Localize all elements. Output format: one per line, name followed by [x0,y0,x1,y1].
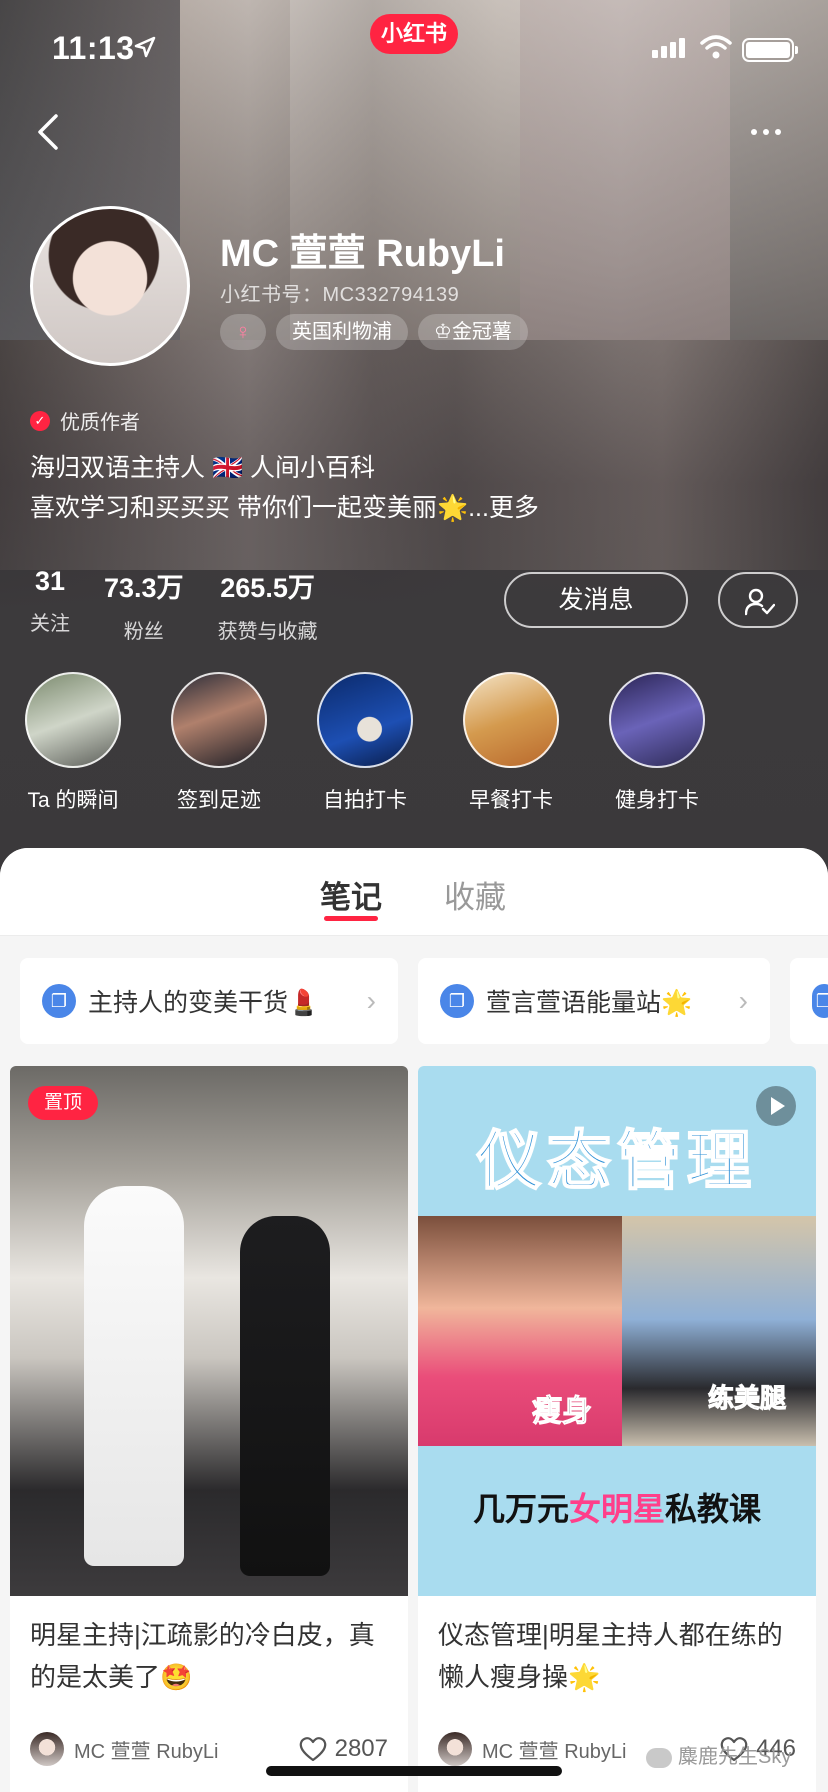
story-highlights: Ta 的瞬间 签到足迹 自拍打卡 早餐打卡 健身打卡 [0,672,828,814]
cover-title: 仪态管理 [476,1124,757,1198]
cover-caption: 瘦身 [532,1395,593,1429]
follow-status-button[interactable] [718,572,798,628]
profile-bio[interactable]: 海归双语主持人 🇬🇧 人间小百科 喜欢学习和买买买 带你们一起变美丽🌟...更多 [30,448,539,528]
collection-icon: ❐ [42,984,76,1018]
cover-figure [240,1216,330,1576]
highlight-label: 自拍打卡 [323,789,407,812]
profile-header: 11:13 小红书 MC 萱萱 RubyLi 小红书号：MC332794139 … [0,0,828,880]
status-bar: 11:13 小红书 [0,0,828,96]
check-icon: ✓ [30,410,50,431]
user-check-icon [745,588,775,616]
note-card[interactable]: 置顶 明星主持|江疏影的冷白皮，真的是太美了🤩 MC 萱萱 RubyLi 280… [10,1066,408,1792]
location-tag[interactable]: 英国利物浦 [276,314,408,350]
wifi-icon [700,35,732,59]
highlight-thumbnail [317,672,413,768]
chevron-right-icon: › [366,985,376,1016]
author-avatar [30,1732,64,1766]
female-gender-icon: ♀ [220,314,266,350]
cover-caption-part: 私教课 [665,1491,762,1527]
pinned-badge: 置顶 [28,1086,98,1120]
cellular-signal-icon [652,38,688,58]
highlight-label: 健身打卡 [615,789,699,812]
more-options-icon[interactable] [748,116,798,146]
highlight-thumbnail [463,672,559,768]
highlight-breakfast[interactable]: 早餐打卡 [438,672,584,814]
content-sheet: 笔记 收藏 ❐ 主持人的变美干货💄 › ❐ 萱言萱语能量站🌟 › ❐ 置顶 明星… [0,848,828,1792]
send-message-button[interactable]: 发消息 [504,572,688,628]
collection-card[interactable]: ❐ 萱言萱语能量站🌟 › [418,958,770,1044]
battery-icon [742,38,798,62]
cover-caption-part: 几万元 [472,1491,569,1527]
collection-icon: ❐ [440,984,474,1018]
collection-strip: ❐ 主持人的变美干货💄 › ❐ 萱言萱语能量站🌟 › ❐ [0,958,828,1046]
highlight-thumbnail [25,672,121,768]
highlight-label: 早餐打卡 [469,789,553,812]
bio-line: 喜欢学习和买买买 带你们一起变美丽🌟...更多 [30,494,539,522]
profile-tags: ♀ 英国利物浦 ♔金冠薯 [220,314,528,350]
highlight-moments[interactable]: Ta 的瞬间 [0,672,146,814]
back-icon[interactable] [30,110,70,154]
note-author: MC 萱萱 RubyLi [74,1740,219,1763]
highlight-label: Ta 的瞬间 [27,789,119,812]
stat-label: 粉丝 [123,621,164,643]
like-button[interactable]: 2807 [299,1735,388,1763]
collection-card[interactable]: ❐ [790,958,828,1044]
profile-nickname: MC 萱萱 RubyLi [220,233,505,275]
watermark-text: 麋鹿先生Sky [678,1746,792,1768]
app-logo-badge: 小红书 [370,14,458,54]
heart-icon [299,1737,326,1762]
note-author: MC 萱萱 RubyLi [482,1740,627,1763]
highlight-checkin-footprints[interactable]: 签到足迹 [146,672,292,814]
note-card[interactable]: 仪态管理 瘦身 练美腿 几万元女明星私教课 仪态管理|明星主持人都在练的懒人瘦身… [418,1066,816,1792]
cover-caption: 练美腿 [707,1383,787,1414]
bio-line: 海归双语主持人 🇬🇧 人间小百科 [30,454,376,482]
home-indicator[interactable] [266,1766,562,1776]
highlight-thumbnail [171,672,267,768]
stat-value: 265.5万 [220,573,315,603]
highlight-thumbnail [609,672,705,768]
stat-likes-and-collections[interactable]: 265.5万 获赞与收藏 [218,566,318,644]
note-title: 明星主持|江疏影的冷白皮，真的是太美了🤩 [30,1620,375,1692]
collection-icon: ❐ [812,984,828,1018]
note-title: 仪态管理|明星主持人都在练的懒人瘦身操🌟 [438,1620,783,1692]
chevron-right-icon: › [738,985,748,1016]
location-arrow-icon [134,36,156,58]
collection-card[interactable]: ❐ 主持人的变美干货💄 › [20,958,398,1044]
tab-notes[interactable]: 笔记 [320,872,382,917]
wechat-icon [646,1747,672,1768]
highlight-selfie[interactable]: 自拍打卡 [292,672,438,814]
stat-followers[interactable]: 73.3万 粉丝 [104,566,184,644]
cover-caption-part: 女明星 [568,1491,665,1527]
active-tab-indicator [324,916,378,921]
note-cover-image: 仪态管理 瘦身 练美腿 几万元女明星私教课 [418,1066,816,1596]
video-play-icon [756,1086,796,1126]
note-cover-image: 置顶 [10,1066,408,1596]
author-avatar [438,1732,472,1766]
collection-title: 主持人的变美干货💄 [88,989,320,1017]
highlight-label: 签到足迹 [177,789,261,812]
quality-author-badge[interactable]: ✓ 优质作者 [30,406,140,435]
collection-title: 萱言萱语能量站🌟 [486,989,693,1017]
cover-figure [84,1186,184,1566]
profile-id: 小红书号：MC332794139 [220,284,460,306]
stat-value: 31 [34,566,66,596]
profile-tabs: 笔记 收藏 [0,848,828,936]
note-meta: MC 萱萱 RubyLi 2807 [10,1714,408,1766]
level-tag[interactable]: ♔金冠薯 [418,314,528,350]
quality-author-label: 优质作者 [60,412,140,434]
profile-stats: 31 关注 73.3万 粉丝 265.5万 获赞与收藏 [30,566,352,644]
like-count: 2807 [334,1735,388,1762]
highlight-fitness[interactable]: 健身打卡 [584,672,730,814]
avatar[interactable] [30,206,190,366]
stat-following[interactable]: 31 关注 [30,566,70,644]
stat-label: 获赞与收藏 [217,621,318,643]
crown-icon: ♔ [434,321,452,343]
cover-caption: 几万元女明星私教课 [418,1484,816,1530]
wechat-watermark: 麋鹿先生Sky [646,1740,791,1769]
stat-value: 73.3万 [104,573,184,603]
status-time: 11:13 [52,30,135,66]
tab-collections[interactable]: 收藏 [444,872,506,917]
stat-label: 关注 [30,613,70,635]
